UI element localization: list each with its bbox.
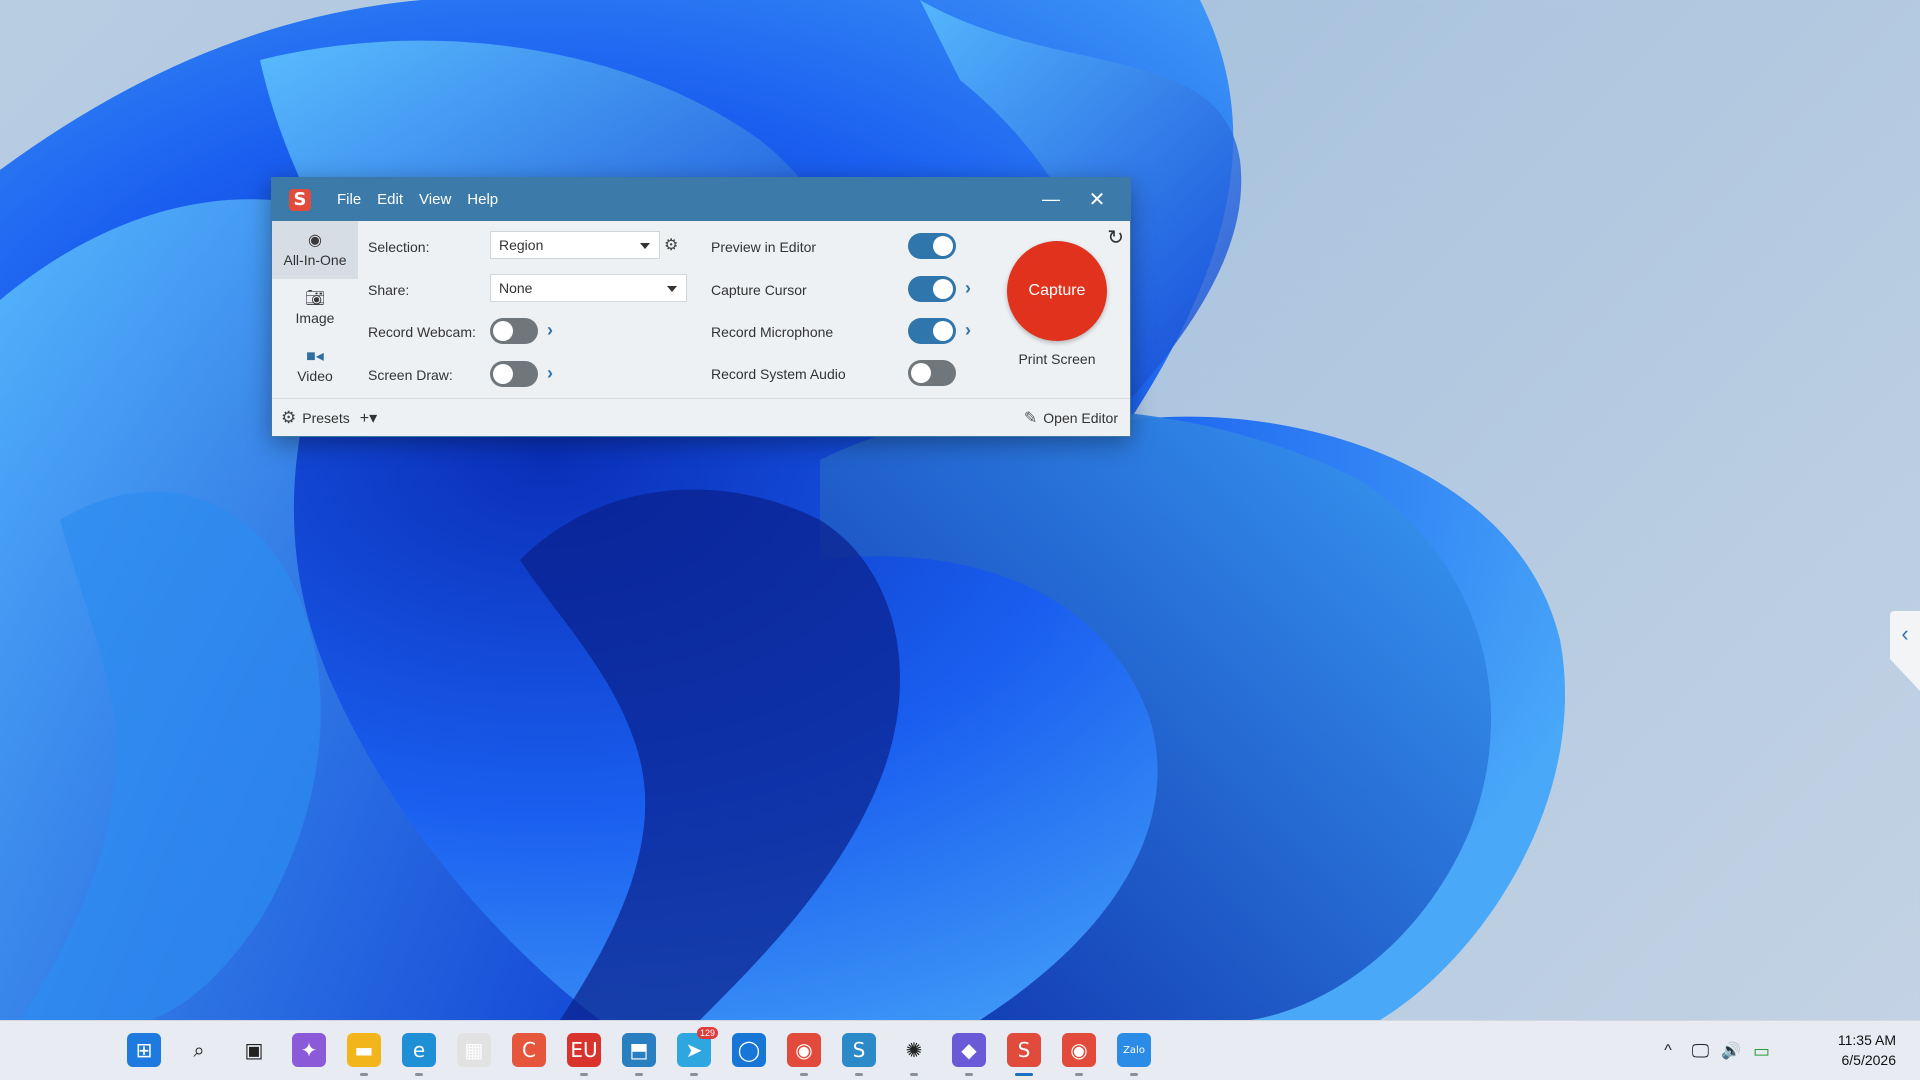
snagit-icon[interactable]: S	[1007, 1033, 1041, 1067]
webcam-options-chevron-icon[interactable]: ›	[547, 320, 553, 341]
snagit-blue-icon[interactable]: S	[842, 1033, 876, 1067]
edit-icon: ✎	[1023, 409, 1038, 427]
reset-icon[interactable]: ↻	[1107, 225, 1124, 250]
chevron-down-icon	[640, 243, 650, 249]
desktop-wallpaper	[0, 0, 1920, 1020]
running-indicator	[360, 1073, 368, 1076]
search-icon[interactable]: ⌕	[182, 1033, 216, 1067]
show-hidden-icons-chevron-icon[interactable]: ^	[1664, 1042, 1672, 1060]
presets-gear-icon[interactable]: ⚙	[281, 408, 296, 428]
clock[interactable]: 11:35 AM 6/5/2026	[1838, 1030, 1896, 1070]
title-bar[interactable]: S File Edit View Help — ✕	[272, 178, 1130, 221]
selection-dropdown[interactable]: Region	[490, 231, 660, 259]
tab-video[interactable]: ■◂ Video	[272, 337, 358, 395]
copilot-icon[interactable]: ✦	[292, 1033, 326, 1067]
browser-icon[interactable]: ◯	[732, 1033, 766, 1067]
cursor-options-chevron-icon[interactable]: ›	[965, 278, 971, 299]
screen-draw-label: Screen Draw:	[368, 367, 453, 383]
snagit-capture-window: S File Edit View Help — ✕ ◉ All-In-One 📷…	[271, 177, 1131, 437]
presets-button[interactable]: Presets	[302, 410, 349, 426]
tab-label: Video	[297, 367, 333, 384]
running-indicator	[1015, 1073, 1033, 1076]
record-webcam-label: Record Webcam:	[368, 324, 476, 340]
claude-icon[interactable]: ✺	[897, 1033, 931, 1067]
calendar-icon[interactable]: EU	[567, 1033, 601, 1067]
snagit-logo-icon: S	[289, 188, 311, 211]
running-indicator	[965, 1073, 973, 1076]
open-editor-button[interactable]: ✎ Open Editor	[1024, 408, 1118, 428]
preview-in-editor-toggle[interactable]	[908, 233, 956, 259]
capture-mode-tabs: ◉ All-In-One 📷︎ Image ■◂ Video	[272, 221, 358, 399]
tab-all-in-one[interactable]: ◉ All-In-One	[272, 221, 358, 279]
running-indicator	[800, 1073, 808, 1076]
tab-label: All-In-One	[283, 251, 347, 268]
selection-value: Region	[499, 237, 544, 253]
capture-hotkey-label: Print Screen	[1018, 351, 1096, 367]
running-indicator	[910, 1073, 918, 1076]
zalo-icon[interactable]: Zalo	[1117, 1033, 1151, 1067]
task-view-icon[interactable]: ▣	[237, 1033, 271, 1067]
running-indicator	[580, 1073, 588, 1076]
record-microphone-toggle[interactable]	[908, 318, 956, 344]
share-dropdown[interactable]: None	[490, 274, 687, 302]
chat-icon[interactable]: ◆	[952, 1033, 986, 1067]
capture-cursor-toggle[interactable]	[908, 276, 956, 302]
system-tray: ^ 🖵 🔊 ▭	[1664, 1021, 1770, 1080]
network-icon[interactable]: 🖵	[1692, 1041, 1709, 1062]
record-system-audio-label: Record System Audio	[711, 366, 846, 382]
capture-button[interactable]: Capture	[1007, 241, 1107, 341]
selection-label: Selection:	[368, 239, 430, 255]
running-indicator	[635, 1073, 643, 1076]
battery-icon[interactable]: ▭	[1753, 1041, 1770, 1062]
clock-time: 11:35 AM	[1837, 1032, 1896, 1048]
record-circle-icon: ◉	[308, 231, 322, 249]
screen-draw-options-chevron-icon[interactable]: ›	[547, 363, 553, 384]
menu-file[interactable]: File	[329, 191, 369, 208]
running-indicator	[1075, 1073, 1083, 1076]
add-preset-button[interactable]: +▾	[360, 408, 377, 428]
open-editor-label: Open Editor	[1043, 409, 1118, 426]
taskbar: ⊞ ⌕ ▣ ✦ ▬ e ▦ C EU ⬒ ➤ 129 ◯ ◉ S ✺ ◆ S ◉ Zalo ^ 🖵 🔊 ▭ 11:35…	[0, 1020, 1920, 1080]
record-webcam-toggle[interactable]	[490, 318, 538, 344]
volume-icon[interactable]: 🔊	[1721, 1041, 1741, 1061]
menu-bar: File Edit View Help	[329, 191, 506, 208]
notification-badge: 129	[697, 1027, 719, 1039]
running-indicator	[1130, 1073, 1138, 1076]
capture-settings-panel: ◉ All-In-One 📷︎ Image ■◂ Video Selection…	[272, 221, 1130, 398]
running-indicator	[415, 1073, 423, 1076]
microphone-options-chevron-icon[interactable]: ›	[965, 320, 971, 341]
remote-desktop-icon[interactable]: ⬒	[622, 1033, 656, 1067]
start-icon[interactable]: ⊞	[127, 1033, 161, 1067]
store-icon[interactable]: ▦	[457, 1033, 491, 1067]
window-footer: ⚙ Presets +▾ ✎ Open Editor	[272, 398, 1130, 436]
preview-in-editor-label: Preview in Editor	[711, 239, 817, 255]
record-system-audio-toggle[interactable]	[908, 360, 956, 386]
menu-help[interactable]: Help	[459, 191, 506, 208]
chrome-icon[interactable]: ◉	[787, 1033, 821, 1067]
edge-icon[interactable]: e	[402, 1033, 436, 1067]
menu-view[interactable]: View	[411, 191, 459, 208]
minimize-button[interactable]: —	[1028, 178, 1074, 221]
capture-cursor-label: Capture Cursor	[711, 282, 807, 298]
file-explorer-icon[interactable]: ▬	[347, 1033, 381, 1067]
camtasia-icon[interactable]: C	[512, 1033, 546, 1067]
menu-edit[interactable]: Edit	[369, 191, 411, 208]
screen-draw-toggle[interactable]	[490, 361, 538, 387]
running-indicator	[855, 1073, 863, 1076]
chrome-profile-icon[interactable]: ◉	[1062, 1033, 1096, 1067]
camera-icon: 📷︎	[304, 289, 326, 307]
chevron-down-icon	[667, 286, 677, 292]
close-button[interactable]: ✕	[1074, 178, 1120, 221]
tab-image[interactable]: 📷︎ Image	[272, 279, 358, 337]
tab-label: Image	[295, 309, 335, 326]
clock-date: 6/5/2026	[1841, 1052, 1897, 1068]
share-label: Share:	[368, 282, 410, 298]
selection-settings-gear-icon[interactable]: ⚙	[664, 235, 678, 255]
record-microphone-label: Record Microphone	[711, 324, 834, 340]
chevron-left-icon: ‹	[1901, 621, 1909, 646]
running-indicator	[690, 1073, 698, 1076]
share-value: None	[499, 280, 533, 296]
video-camera-icon: ■◂	[306, 347, 324, 365]
